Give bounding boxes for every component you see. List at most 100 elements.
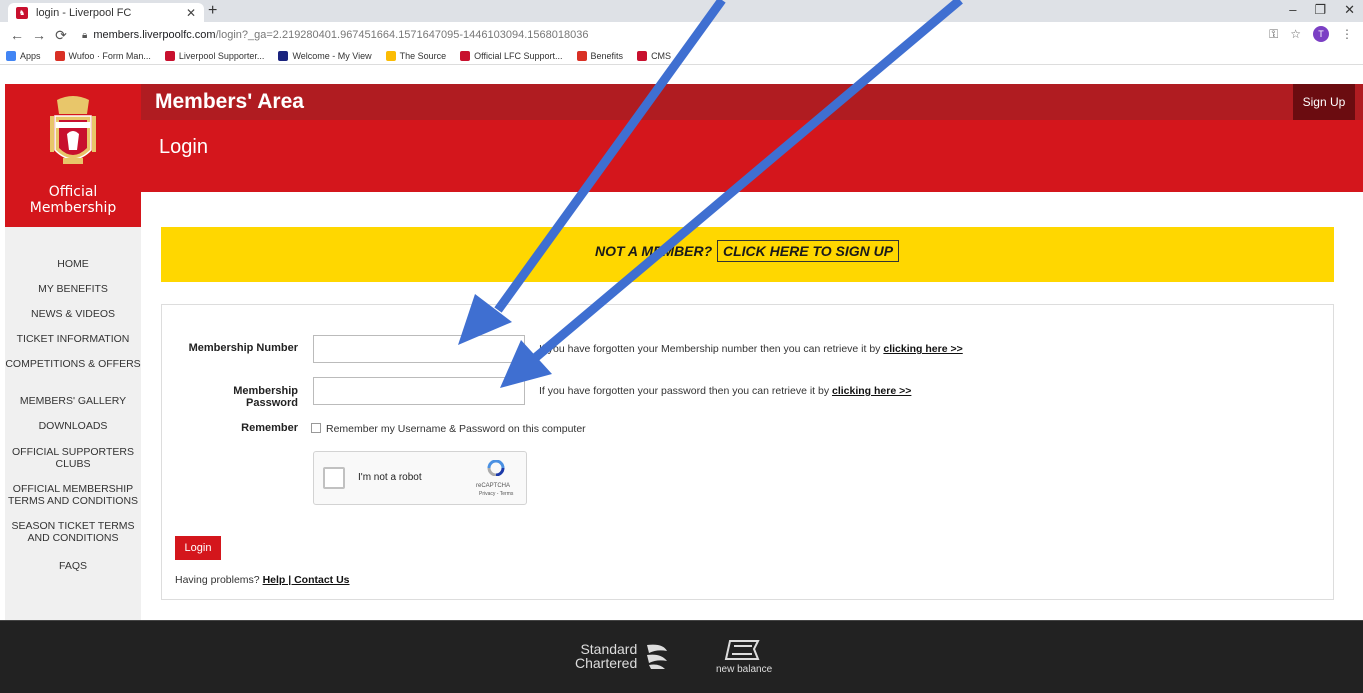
bookmark-item[interactable]: Welcome - My View xyxy=(278,51,372,61)
login-header: Login xyxy=(141,120,1363,192)
standard-chartered-icon xyxy=(647,644,668,669)
membership-number-input[interactable] xyxy=(313,335,525,363)
minimize-icon[interactable]: – xyxy=(1289,2,1296,18)
remember-checkbox[interactable] xyxy=(311,423,321,433)
bookmark-label: Liverpool Supporter... xyxy=(178,51,265,61)
bookmark-favicon-icon xyxy=(385,51,396,61)
bookmark-favicon-icon xyxy=(637,51,648,61)
logo-line-1: Official xyxy=(48,184,98,200)
new-tab-icon[interactable]: + xyxy=(208,2,217,20)
bookmark-favicon-icon xyxy=(54,51,65,61)
standard-chartered-logo[interactable]: Standard Chartered xyxy=(575,641,671,671)
sidebar-item-news-videos[interactable]: NEWS & VIDEOS xyxy=(5,308,141,320)
window-controls: – ❐ ✕ xyxy=(1289,2,1355,18)
bookmark-item[interactable]: CMS xyxy=(637,51,671,61)
reload-icon[interactable]: ⟳ xyxy=(52,27,70,44)
bookmark-favicon-icon xyxy=(576,51,587,61)
bookmark-label: Apps xyxy=(20,51,41,61)
help-contact-link[interactable]: Help | Contact Us xyxy=(263,574,350,586)
number-help-text: If you have forgotten your Membership nu… xyxy=(539,343,881,355)
lfc-favicon-icon: ♞ xyxy=(16,6,28,19)
signup-banner: NOT A MEMBER? CLICK HERE TO SIGN UP xyxy=(161,227,1334,282)
bookmark-label: Welcome - My View xyxy=(292,51,372,61)
sidebar-item-season-ticket-terms-and-conditions[interactable]: SEASON TICKET TERMS AND CONDITIONS xyxy=(5,520,141,544)
bookmark-label: CMS xyxy=(651,51,672,61)
sidebar-item-downloads[interactable]: DOWNLOADS xyxy=(5,420,141,432)
browser-tab-bar: ♞ login - Liverpool FC ✕ + – ❐ ✕ xyxy=(0,0,1363,22)
footer: Standard Chartered new balance xyxy=(0,620,1363,693)
retrieve-password-link[interactable]: clicking here >> xyxy=(832,385,911,397)
sidebar-item-official-supporters-clubs[interactable]: OFFICIAL SUPPORTERS CLUBS xyxy=(5,446,141,470)
sidebar: Official Membership HOME MY BENEFITS NEWS … xyxy=(5,84,141,620)
sidebar-item-official-membership-terms-and-conditions[interactable]: OFFICIAL MEMBERSHIP TERMS AND CONDITIONS xyxy=(5,483,141,507)
forward-icon[interactable]: → xyxy=(30,27,48,43)
login-form: Membership Number If you have forgotten … xyxy=(161,304,1334,600)
bookmark-label: Wufoo · Form Man... xyxy=(68,51,151,61)
new-balance-logo[interactable]: new balance xyxy=(716,639,772,675)
bookmark-favicon-icon xyxy=(164,51,175,61)
recaptcha-terms-link[interactable]: Privacy - Terms xyxy=(479,491,513,497)
lock-icon: 🔒︎ xyxy=(82,29,88,41)
profile-avatar[interactable]: T xyxy=(1313,26,1329,42)
membership-password-label: Membership Password xyxy=(233,385,298,409)
recaptcha-widget: I'm not a robot reCAPTCHA Privacy - Term… xyxy=(313,451,527,505)
problems-text: Having problems? xyxy=(175,574,260,586)
bookmark-favicon-icon xyxy=(278,51,289,61)
bookmark-item[interactable]: Benefits xyxy=(576,51,623,61)
lfc-crest-icon xyxy=(50,96,96,164)
recaptcha-checkbox[interactable] xyxy=(323,467,345,489)
star-icon[interactable]: ☆ xyxy=(1290,27,1301,41)
apps-grid-icon xyxy=(6,51,16,61)
remember-text: Remember my Username & Password on this … xyxy=(326,423,586,435)
remember-label: Remember xyxy=(241,422,298,434)
tab-close-icon[interactable]: ✕ xyxy=(186,6,196,20)
membership-password-input[interactable] xyxy=(313,377,525,405)
password-help-text: If you have forgotten your password then… xyxy=(539,385,830,397)
sponsor2-label: new balance xyxy=(716,664,773,675)
bookmark-item[interactable]: Liverpool Supporter... xyxy=(164,51,265,61)
sponsor1-line2: Chartered xyxy=(575,655,638,671)
banner-text: NOT A MEMBER? xyxy=(595,243,713,259)
logo-text: Official Membership xyxy=(5,184,141,216)
menu-kebab-icon[interactable]: ⋮ xyxy=(1341,27,1353,41)
close-window-icon[interactable]: ✕ xyxy=(1344,2,1355,18)
new-balance-icon xyxy=(724,640,760,660)
url-host: members.liverpoolfc.com xyxy=(93,29,216,41)
bookmark-label: The Source xyxy=(399,51,447,61)
recaptcha-logo-icon xyxy=(487,460,505,476)
bookmark-item[interactable]: Wufoo · Form Man... xyxy=(54,51,151,61)
url-path: /login?_ga=2.219280401.967451664.1571647… xyxy=(215,29,589,41)
members-area-header: Members' Area Sign Up xyxy=(141,84,1363,120)
sign-up-button[interactable]: Sign Up xyxy=(1293,84,1355,120)
back-icon[interactable]: ← xyxy=(8,27,26,43)
recaptcha-label: I'm not a robot xyxy=(358,472,422,483)
retrieve-number-link[interactable]: clicking here >> xyxy=(883,343,962,355)
sponsor1-line1: Standard xyxy=(580,641,638,657)
members-area-title: Members' Area xyxy=(155,90,304,113)
password-help: If you have forgotten your password then… xyxy=(539,385,911,397)
sidebar-item-faqs[interactable]: FAQS xyxy=(5,560,141,572)
problems-line: Having problems? Help | Contact Us xyxy=(175,574,350,586)
url-field[interactable]: 🔒︎ members.liverpoolfc.com/login?_ga=2.2… xyxy=(82,29,588,41)
bookmark-label: Official LFC Support... xyxy=(474,51,563,61)
sidebar-item-ticket-information[interactable]: TICKET INFORMATION xyxy=(5,333,141,345)
page-title: Login xyxy=(159,136,208,158)
login-button[interactable]: Login xyxy=(175,536,221,560)
bookmark-item[interactable]: Apps xyxy=(6,51,41,61)
lfc-logo-block[interactable]: Official Membership xyxy=(5,84,141,227)
signup-link[interactable]: CLICK HERE TO SIGN UP xyxy=(717,240,900,262)
membership-number-label: Membership Number xyxy=(188,342,298,354)
sidebar-item-competitions-offers[interactable]: COMPETITIONS & OFFERS xyxy=(5,358,141,370)
restore-icon[interactable]: ❐ xyxy=(1314,2,1326,18)
browser-tab[interactable]: ♞ login - Liverpool FC ✕ xyxy=(8,3,204,22)
sidebar-item-home[interactable]: HOME xyxy=(5,258,141,270)
address-bar: ← → ⟳ 🔒︎ members.liverpoolfc.com/login?_… xyxy=(0,22,1363,48)
key-icon[interactable]: ⚿ xyxy=(1269,27,1278,42)
address-bar-actions: ⚿ ☆ T ⋮ xyxy=(1269,26,1353,42)
sidebar-item-my-benefits[interactable]: MY BENEFITS xyxy=(5,283,141,295)
recaptcha-brand: reCAPTCHA xyxy=(476,483,511,489)
bookmark-item[interactable]: The Source xyxy=(385,51,447,61)
bookmark-item[interactable]: Official LFC Support... xyxy=(460,51,563,61)
bookmark-favicon-icon xyxy=(460,51,471,61)
sidebar-item-members-gallery[interactable]: MEMBERS' GALLERY xyxy=(5,395,141,407)
